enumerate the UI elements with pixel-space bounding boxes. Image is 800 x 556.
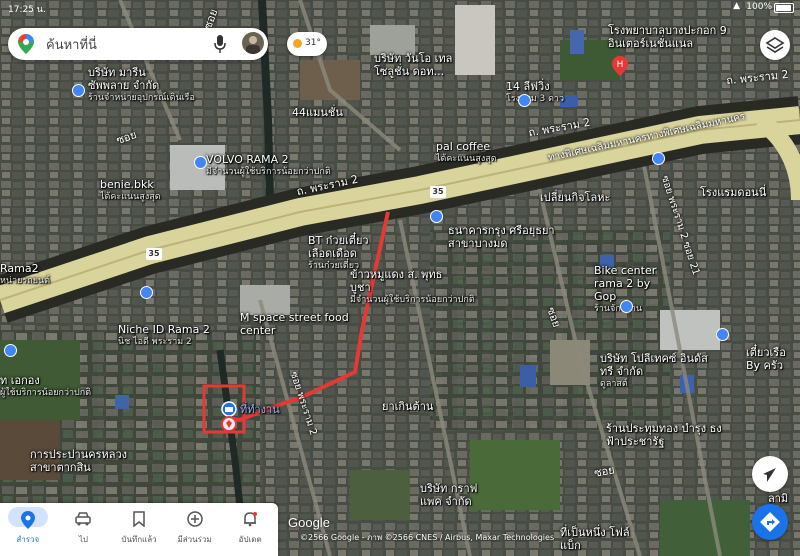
place-bangpakok-hospital[interactable]: โรงพยาบาลบางปะกอก 9 อินเตอร์เนชั่นแนล [608, 24, 738, 50]
poi-marker[interactable] [72, 84, 85, 97]
status-time: 17:25 น. [8, 5, 46, 15]
bookmark-icon [133, 511, 145, 527]
place-mwa-taksin[interactable]: การประปานครหลวง สาขาตากสิน [30, 448, 140, 474]
place-polytex[interactable]: บริษัท โปลีเทคซ์ อินดัสทรี จำกัด ดูลาสต์ [600, 352, 720, 391]
place-14-living[interactable]: 14 ลีฟวิ่ง โรงแรม 3 ดาว [506, 80, 564, 106]
tab-label: บันทึกแล้ว [121, 535, 157, 544]
road-soi-right: ซอย [593, 463, 616, 480]
navigation-arrow-icon [763, 468, 776, 482]
layers-icon [765, 37, 785, 53]
tab-updates[interactable]: อัปเดต [222, 503, 278, 556]
place-red-pork-rice[interactable]: ข้าวหมูแดง ส. พุทธบูชา มีจำนวนผู้ใช้บริกา… [350, 268, 475, 307]
place-prathumthong[interactable]: ร้านประทุมทอง บำรุง ธงฟ้าประชารัฐ [606, 422, 726, 448]
google-logo: Google [288, 515, 330, 530]
wifi-icon: ▲ [733, 1, 740, 11]
place-niche-id[interactable]: Niche ID Rama 2 นิช ไอดี พระราม 2 [118, 323, 210, 349]
place-graph-pack[interactable]: บริษัท กราฟ แพค จำกัด [420, 482, 490, 508]
poi-marker[interactable] [140, 286, 153, 299]
search-input[interactable] [44, 34, 208, 56]
place-pen-nueng[interactable]: ที่เป็นหนึ่ง โฟล์แบ็ก [560, 526, 640, 552]
place-hotel-donny[interactable]: โรงแรมดอนนี่ [700, 186, 766, 199]
bottom-nav: สำรวจ ไป บันทึกแล้ว มีส่วนร่วม อัปเดต [0, 503, 278, 556]
weather-sun-icon [293, 39, 302, 48]
place-boat-noodle[interactable]: เตี๋ยวเรือ By ครัว [746, 346, 800, 372]
directions-button[interactable] [752, 504, 788, 540]
place-work-pin[interactable]: ที่ทำงาน [240, 403, 280, 416]
place-44-mansion[interactable]: 44แมนชั่น [292, 106, 343, 119]
car-icon [75, 512, 92, 526]
tab-label: มีส่วนร่วม [177, 535, 212, 544]
my-location-button[interactable] [752, 456, 788, 492]
place-pal-coffee[interactable]: pal coffee ได้คะแนนสูงสุด [436, 140, 497, 166]
place-yakerntan[interactable]: ยาเกินต้าน [382, 400, 433, 413]
poi-marker[interactable] [652, 152, 665, 165]
weather-temp: 31° [305, 38, 321, 48]
weather-chip[interactable]: 31° [287, 32, 327, 56]
map-attribution[interactable]: ©2566 Google - ภาพ ©2566 CNES / Airbus, … [300, 531, 554, 544]
place-marine-supply[interactable]: บริษัท มารีน ซัพพลาย จำกัด ร้านจำหน่ายอุป… [88, 66, 195, 105]
place-rama2-left[interactable]: Rama2 หน่ายรถยนต์ [0, 262, 50, 288]
place-krungsri-bank[interactable]: ธนาคารกรุง ศรีอยุธยา สาขาบางมด [448, 224, 568, 250]
poi-marker[interactable] [620, 300, 633, 313]
poi-marker[interactable] [716, 328, 729, 341]
tab-saved[interactable]: บันทึกแล้ว [111, 503, 167, 556]
search-bar[interactable] [8, 28, 268, 60]
account-avatar[interactable] [242, 32, 264, 54]
tab-label: อัปเดต [238, 535, 262, 544]
poi-marker[interactable] [518, 94, 531, 107]
place-volvo-rama2[interactable]: VOLVO RAMA 2 มีจำนวนผู้ใช้บริการน้อยกว่าป… [206, 153, 331, 179]
svg-text:H: H [617, 60, 624, 70]
plus-circle-icon [186, 511, 203, 527]
mic-icon[interactable] [214, 35, 226, 53]
place-metal-shop[interactable]: เปลี่ยนกิจโลหะ [540, 191, 610, 204]
tab-contribute[interactable]: มีส่วนร่วม [167, 503, 223, 556]
bell-icon [244, 512, 258, 527]
tab-go[interactable]: ไป [56, 503, 112, 556]
google-maps-pin-icon [18, 34, 34, 54]
battery-icon [774, 3, 794, 13]
place-benie-bkk[interactable]: benie.bkk ได้คะแนนสูงสุด [100, 178, 161, 204]
directions-icon [760, 512, 780, 532]
poi-marker[interactable] [4, 344, 17, 357]
work-pin-icon[interactable] [221, 401, 237, 433]
place-one-tel[interactable]: บริษัท วันโอ เทล โซลูชั่น ดอท... [374, 52, 466, 78]
location-pin-icon [20, 511, 35, 529]
hospital-marker-icon[interactable]: H [612, 56, 628, 76]
battery-percent: 100% [746, 2, 772, 12]
highway-shield-35: 35 [430, 186, 446, 198]
tab-label: สำรวจ [16, 535, 40, 544]
poi-marker[interactable] [194, 156, 207, 169]
tab-explore[interactable]: สำรวจ [0, 503, 56, 556]
poi-marker[interactable] [430, 210, 443, 223]
layers-button[interactable] [760, 30, 790, 60]
tab-label: ไป [78, 535, 88, 544]
status-bar: 17:25 น. ▲ 100% [0, 0, 800, 15]
place-ekong[interactable]: ท เอกอง ผู้ใช้บริการน้อยกว่าปกติ [0, 374, 91, 400]
highway-shield-35: 35 [146, 248, 162, 260]
place-m-space[interactable]: M space street food center [240, 311, 350, 337]
